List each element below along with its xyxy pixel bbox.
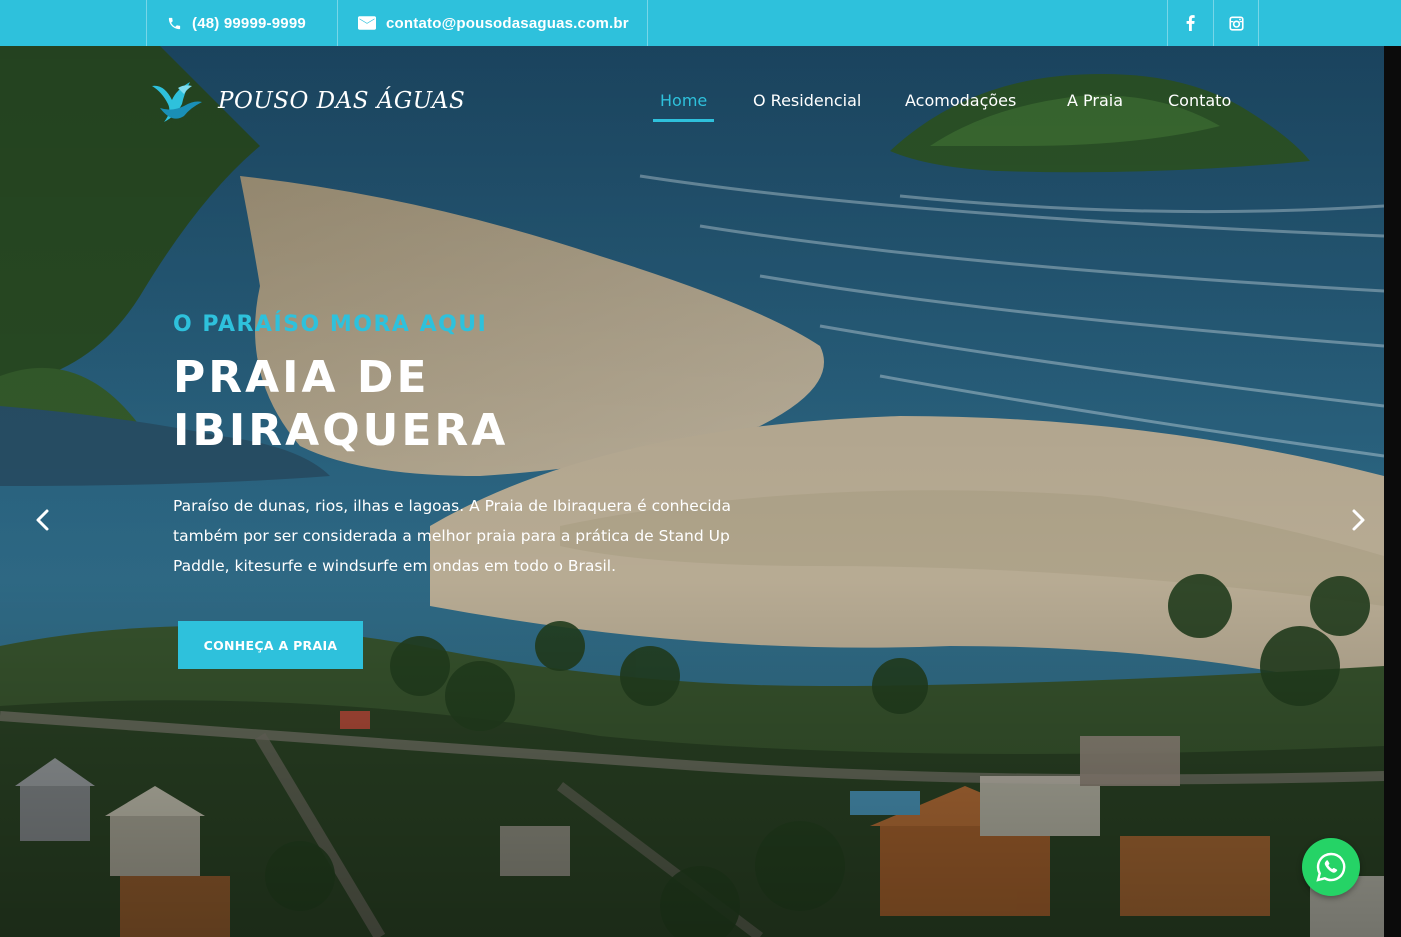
chevron-right-icon <box>1352 509 1365 531</box>
phone-number: (48) 99999-9999 <box>192 14 306 32</box>
facebook-icon <box>1186 15 1195 31</box>
phone-icon <box>168 17 181 29</box>
hero-slider: POUSO DAS ÁGUAS Home O Residencial Acomo… <box>0 46 1384 937</box>
conheca-a-praia-button[interactable]: CONHEÇA A PRAIA <box>178 621 363 669</box>
slide-description: Paraíso de dunas, rios, ilhas e lagoas. … <box>173 497 731 575</box>
slide-title-line2: IBIRAQUERA <box>173 405 509 456</box>
slider-prev-button[interactable] <box>31 508 55 532</box>
page-scrollbar[interactable] <box>1384 46 1401 937</box>
nav-o-residencial[interactable]: O Residencial <box>753 91 861 122</box>
whatsapp-button[interactable] <box>1302 838 1360 896</box>
slider-next-button[interactable] <box>1346 508 1370 532</box>
instagram-icon <box>1228 15 1244 31</box>
brand-name: POUSO DAS ÁGUAS <box>218 88 466 114</box>
slide-kicker: O PARAÍSO MORA AQUI <box>173 312 488 337</box>
whatsapp-icon <box>1316 852 1346 882</box>
topbar-email[interactable]: contato@pousodasaguas.com.br <box>337 0 648 46</box>
brand-logo[interactable]: POUSO DAS ÁGUAS <box>150 78 465 124</box>
instagram-link[interactable] <box>1213 0 1259 46</box>
nav-a-praia[interactable]: A Praia <box>1067 91 1123 122</box>
envelope-icon <box>358 16 376 30</box>
nav-acomodacoes[interactable]: Acomodações <box>905 91 1016 122</box>
topbar-phone[interactable]: (48) 99999-9999 <box>146 0 338 46</box>
bird-wave-icon <box>152 82 202 122</box>
slide-title-line1: PRAIA DE <box>173 352 430 403</box>
nav-home[interactable]: Home <box>652 91 715 122</box>
facebook-link[interactable] <box>1167 0 1213 46</box>
chevron-left-icon <box>36 509 49 531</box>
nav-contato[interactable]: Contato <box>1168 91 1231 122</box>
top-bar: (48) 99999-9999 contato@pousodasaguas.co… <box>0 0 1401 46</box>
slide-title: PRAIA DE IBIRAQUERA <box>173 351 593 457</box>
email-address: contato@pousodasaguas.com.br <box>386 14 629 32</box>
